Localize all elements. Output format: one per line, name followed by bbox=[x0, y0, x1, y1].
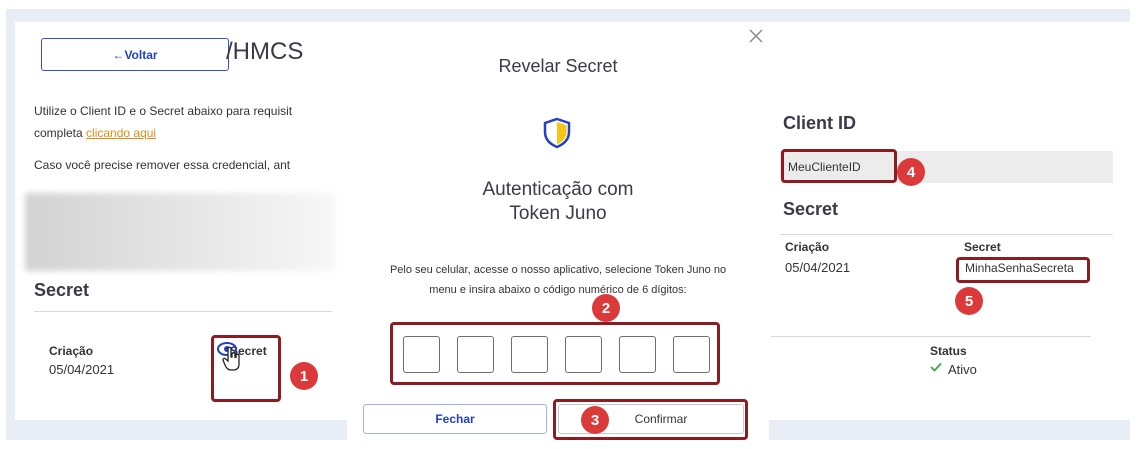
annotation-badge: 2 bbox=[592, 294, 620, 322]
auth-title-line2: Token Juno bbox=[509, 203, 607, 224]
instructions-line2: menu e insira abaixo o código numérico d… bbox=[429, 284, 687, 296]
credential-summary-card bbox=[769, 22, 1130, 420]
status-value: Ativo bbox=[948, 362, 977, 377]
highlight-box-client-id bbox=[781, 149, 897, 183]
creation-date: 05/04/2021 bbox=[49, 362, 115, 377]
documentation-link[interactable]: clicando aqui bbox=[86, 126, 156, 140]
annotation-badge: 3 bbox=[581, 406, 609, 434]
status-label: Status bbox=[930, 344, 967, 358]
page-title: /HMCS bbox=[226, 38, 304, 65]
auth-title: Autenticação com Token Juno bbox=[347, 178, 769, 226]
blurred-content bbox=[25, 193, 335, 271]
check-icon bbox=[930, 362, 942, 372]
description-line1: Utilize o Client ID e o Secret abaixo pa… bbox=[34, 104, 293, 118]
shield-icon bbox=[543, 117, 571, 149]
back-button[interactable]: ←Voltar bbox=[41, 38, 229, 71]
annotation-badge: 4 bbox=[897, 158, 925, 186]
instructions-text: Pelo seu celular, acesse o nosso aplicat… bbox=[360, 260, 756, 300]
close-button[interactable]: Fechar bbox=[363, 404, 547, 434]
auth-title-line1: Autenticação com bbox=[482, 179, 634, 200]
secret-label: Secret bbox=[964, 240, 1001, 254]
instructions-line1: Pelo seu celular, acesse o nosso aplicat… bbox=[389, 264, 727, 276]
description-text: Utilize o Client ID e o Secret abaixo pa… bbox=[34, 100, 334, 144]
annotation-badge: 5 bbox=[955, 287, 983, 315]
modal-title: Revelar Secret bbox=[498, 56, 618, 76]
highlight-box-secret-icon bbox=[211, 335, 281, 402]
divider bbox=[771, 336, 1091, 337]
client-id-heading: Client ID bbox=[783, 113, 857, 133]
secret-heading: Secret bbox=[783, 199, 839, 219]
divider bbox=[780, 234, 1113, 235]
creation-label: Criação bbox=[49, 344, 94, 358]
highlight-box-secret-value bbox=[956, 257, 1090, 283]
remove-credential-text: Caso você precise remover essa credencia… bbox=[34, 158, 291, 172]
description-line2: completa bbox=[34, 126, 87, 140]
creation-date: 05/04/2021 bbox=[785, 260, 851, 275]
annotation-badge: 1 bbox=[290, 362, 318, 390]
highlight-box-code-inputs bbox=[390, 322, 720, 385]
creation-label: Criação bbox=[785, 240, 830, 254]
close-icon[interactable] bbox=[748, 28, 764, 44]
secret-section-heading: Secret bbox=[34, 280, 90, 300]
divider bbox=[34, 311, 332, 312]
